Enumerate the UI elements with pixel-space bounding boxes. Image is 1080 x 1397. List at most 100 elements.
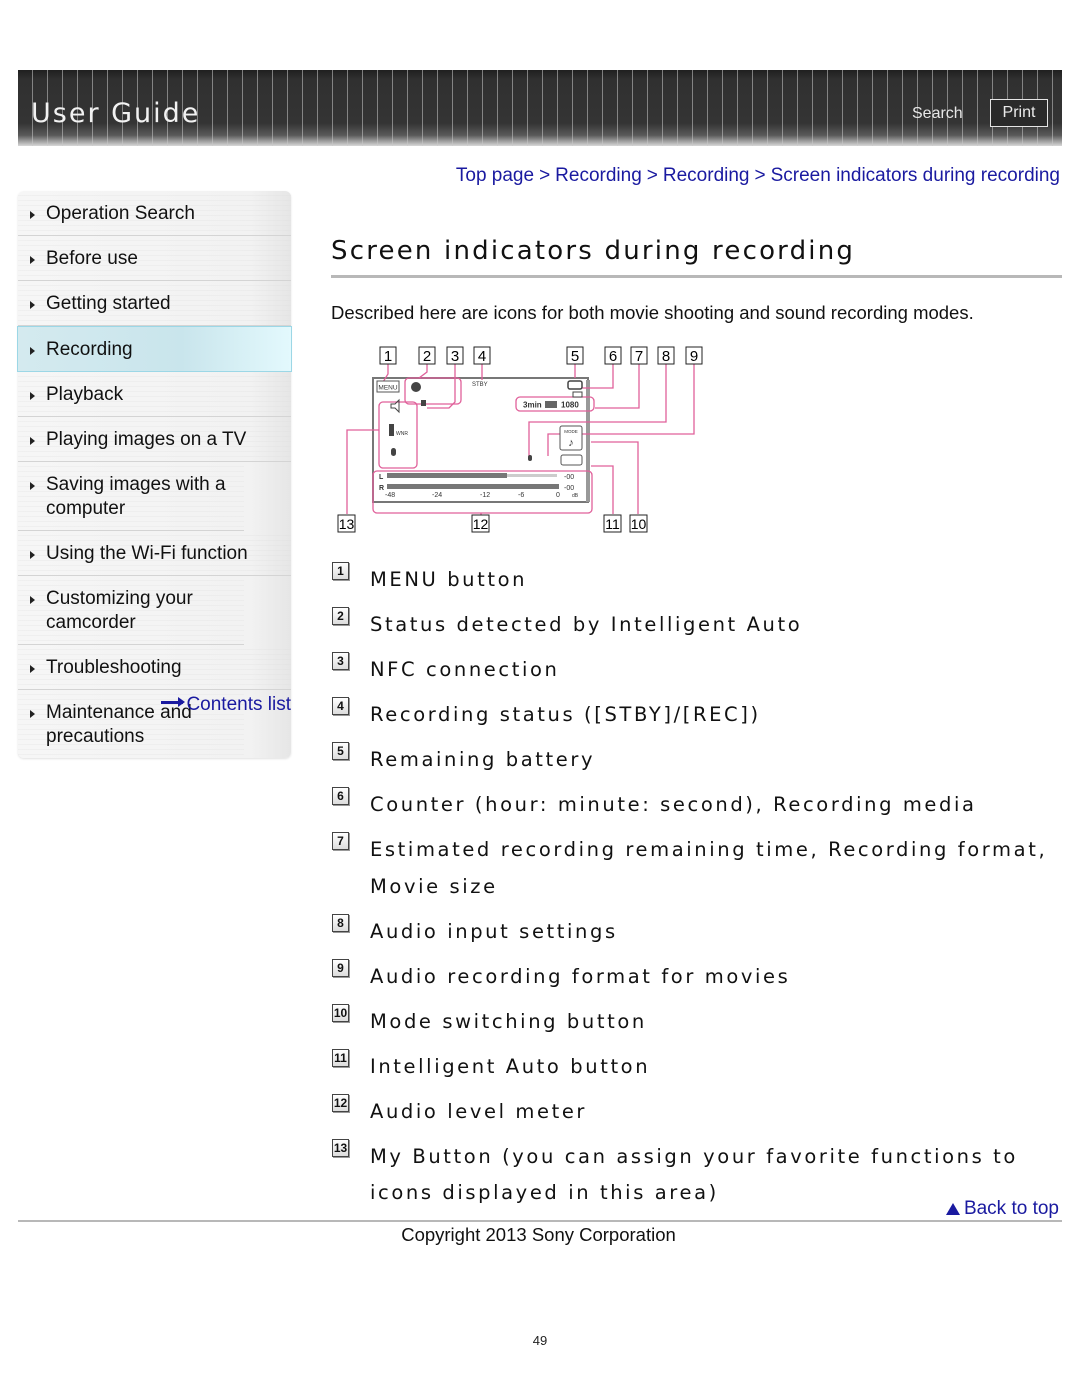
meter-tick-5: 0 xyxy=(556,492,560,499)
legend-number: 9 xyxy=(332,958,349,977)
caret-right-icon xyxy=(30,551,35,559)
legend-item: 12 Audio level meter xyxy=(331,1092,1051,1131)
callout-13: 13 xyxy=(339,516,355,532)
lcd-wind-label: WNR xyxy=(396,431,408,437)
sidebar-item-operation-search[interactable]: Operation Search xyxy=(18,191,291,236)
sidebar-item-label: Customizing your camcorder xyxy=(46,588,193,633)
breadcrumb-separator: > xyxy=(646,165,658,186)
breadcrumb-separator: > xyxy=(754,165,766,186)
format-icon xyxy=(545,401,557,408)
back-to-top-label: Back to top xyxy=(963,1198,1059,1219)
app-title: User Guide xyxy=(31,98,201,129)
battery-icon xyxy=(567,380,583,390)
callout-5: 5 xyxy=(571,348,579,365)
legend-number: 4 xyxy=(332,697,349,715)
caret-right-icon xyxy=(30,256,35,264)
copyright-text: Copyright 2013 Sony Corporation xyxy=(401,1224,676,1245)
callout-2: 2 xyxy=(423,348,431,365)
sidebar-item-saving-with-computer[interactable]: Saving images with a computer xyxy=(18,462,244,531)
lcd-status-label: STBY xyxy=(472,382,488,388)
scene-detect-icon xyxy=(411,382,421,392)
lcd-menu-label: MENU xyxy=(378,385,397,392)
legend-item: 1 MENU button xyxy=(331,560,1051,599)
contents-list-link[interactable]: Contents list xyxy=(150,694,291,716)
caret-right-icon xyxy=(30,482,35,490)
legend-text: Intelligent Auto button xyxy=(370,1054,651,1078)
sidebar-item-before-use[interactable]: Before use xyxy=(18,236,291,281)
meter-tick-1: -48 xyxy=(385,492,395,499)
breadcrumb-top-page[interactable]: Top page xyxy=(456,165,534,186)
legend-text: Remaining battery xyxy=(370,748,596,771)
callout-10: 10 xyxy=(631,516,647,532)
sidebar-item-troubleshooting[interactable]: Troubleshooting xyxy=(18,645,291,690)
sidebar-item-getting-started[interactable]: Getting started xyxy=(18,281,291,326)
legend-number: 10 xyxy=(332,1003,349,1022)
diagram-svg: 1 2 3 4 5 6 7 8 9 10 11 12 13 MENU STBY … xyxy=(337,346,703,533)
lcd-frame-shadow xyxy=(586,380,590,502)
intelligent-auto-button xyxy=(560,454,583,466)
sidebar-item-wifi-function[interactable]: Using the Wi-Fi function xyxy=(18,531,291,576)
sidebar-nav: Operation Search Before use Getting star… xyxy=(17,191,292,758)
sidebar-item-label: Recording xyxy=(46,339,133,360)
lcd-mode-label: MODE xyxy=(564,429,578,434)
legend-number: 8 xyxy=(332,913,349,932)
lcd-channel-right: R xyxy=(379,485,384,492)
callout-12: 12 xyxy=(473,516,489,532)
legend-item: 10 Mode switching button xyxy=(331,1002,1051,1041)
legend-number: 3 xyxy=(332,652,349,670)
legend-text: Status detected by Intelligent Auto xyxy=(370,613,803,636)
callout-9: 9 xyxy=(690,348,698,365)
legend-item: 9 Audio recording format for movies xyxy=(331,957,1051,996)
legend-text: Audio input settings xyxy=(370,919,618,943)
caret-right-icon xyxy=(30,665,35,673)
breadcrumb-recording-sub[interactable]: Recording xyxy=(663,165,750,186)
meter-tick-unit: dB xyxy=(572,493,579,499)
legend-number: 12 xyxy=(332,1093,349,1112)
legend-item: 4 Recording status ([STBY]/[REC]) xyxy=(331,695,1051,734)
legend-number: 2 xyxy=(332,607,349,625)
page-title: Screen indicators during recording xyxy=(331,236,856,266)
wind-filter-icon xyxy=(389,424,394,436)
sidebar-item-label: Playing images on a TV xyxy=(46,429,247,450)
legend-item: 8 Audio input settings xyxy=(331,912,1051,951)
breadcrumb-recording[interactable]: Recording xyxy=(555,165,642,186)
legend-number: 13 xyxy=(332,1138,349,1157)
legend-item: 7 Estimated recording remaining time, Rec… xyxy=(331,830,1051,905)
nfc-icon xyxy=(421,400,426,406)
meter-tick-4: -6 xyxy=(518,492,524,499)
caret-right-icon xyxy=(30,596,35,604)
legend-text: Audio recording format for movies xyxy=(370,964,791,988)
sidebar-item-customizing[interactable]: Customizing your camcorder xyxy=(18,576,244,645)
header-banner: User Guide Search Print xyxy=(18,70,1062,146)
legend-number: 6 xyxy=(332,787,349,805)
legend-item: 11 Intelligent Auto button xyxy=(331,1047,1051,1086)
screen-indicators-diagram: 1 2 3 4 5 6 7 8 9 10 11 12 13 MENU STBY … xyxy=(333,344,713,540)
page-number: 49 xyxy=(532,1333,548,1348)
legend-text: NFC connection xyxy=(370,658,560,681)
sidebar-item-recording[interactable]: Recording xyxy=(17,326,292,372)
title-divider xyxy=(331,275,1062,278)
sidebar-item-playing-on-tv[interactable]: Playing images on a TV xyxy=(18,417,291,462)
callout-6: 6 xyxy=(609,348,617,365)
microphone-icon xyxy=(391,448,396,456)
media-icon xyxy=(572,391,583,398)
breadcrumb-current[interactable]: Screen indicators during recording xyxy=(771,165,1060,186)
sidebar-item-label: Using the Wi-Fi function xyxy=(46,543,248,564)
meter-tick-3: -12 xyxy=(480,492,490,499)
sidebar-item-label: Getting started xyxy=(46,293,171,314)
legend-item: 2 Status detected by Intelligent Auto xyxy=(331,605,1051,644)
meter-bar-right xyxy=(387,484,559,489)
sidebar-item-playback[interactable]: Playback xyxy=(18,372,291,417)
sidebar-item-label: Troubleshooting xyxy=(46,657,182,678)
meter-bar-left xyxy=(387,473,507,478)
callout-7: 7 xyxy=(635,348,643,365)
back-to-top-link[interactable]: Back to top xyxy=(945,1198,1059,1220)
breadcrumb-separator: > xyxy=(539,165,551,186)
callout-4: 4 xyxy=(478,348,486,365)
sidebar-item-label: Before use xyxy=(46,248,138,269)
meter-tick-2: -24 xyxy=(432,492,442,499)
legend-number: 7 xyxy=(332,832,349,850)
callout-3: 3 xyxy=(451,348,459,365)
print-button[interactable]: Print xyxy=(990,99,1048,127)
search-link[interactable]: Search xyxy=(912,105,963,123)
